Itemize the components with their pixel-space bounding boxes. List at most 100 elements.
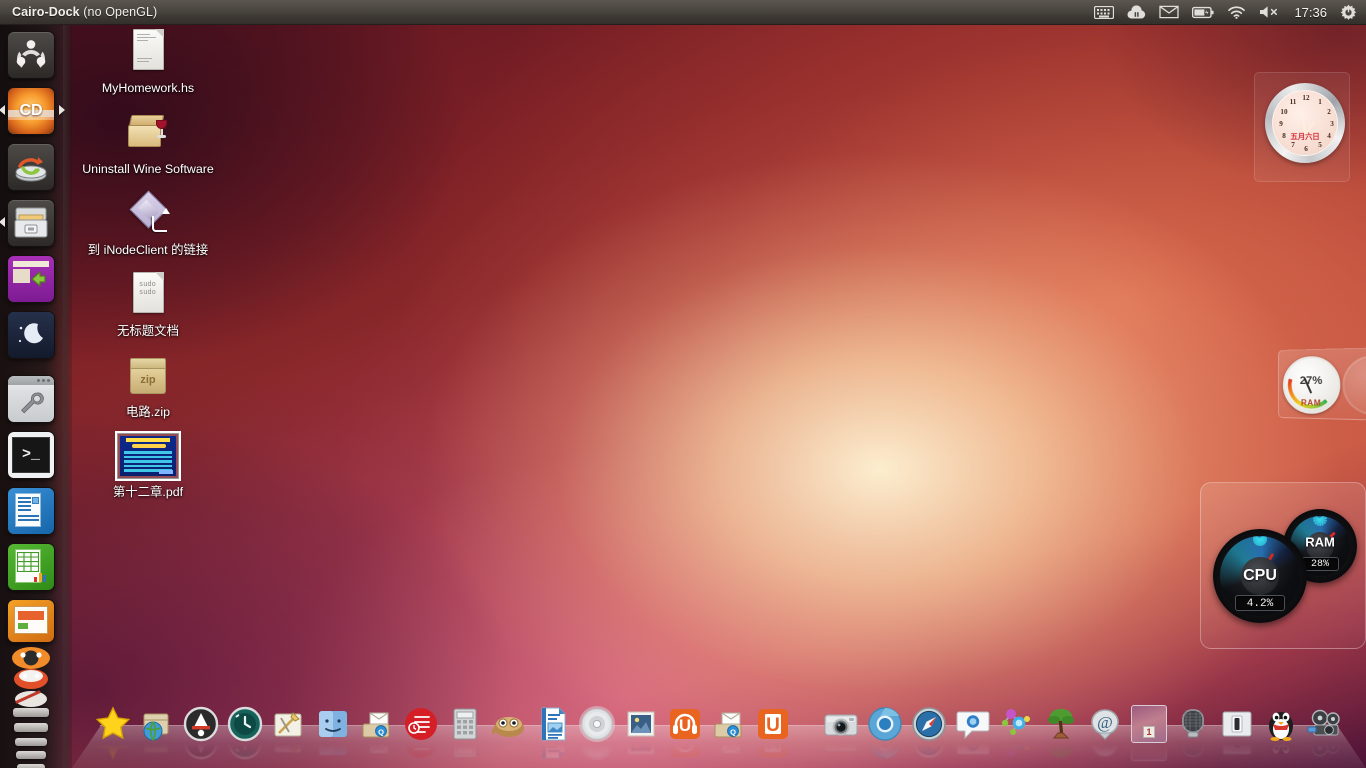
archive-zip-icon: zip	[124, 352, 172, 400]
dock-icon-reflection: U	[665, 727, 705, 762]
dock-apps-icon[interactable]	[181, 704, 221, 760]
top-panel: Cairo-Dock (no OpenGL) 17:36	[0, 0, 1366, 25]
battery-indicator-icon[interactable]	[1192, 6, 1215, 19]
clock-numeral: 6	[1304, 145, 1308, 153]
dock-item-file-manager[interactable]	[7, 199, 55, 247]
dock-item-ubuntu-dash[interactable]	[7, 31, 55, 79]
dock-calculator-icon[interactable]	[445, 704, 485, 758]
desktop-icon-label: MyHomework.hs	[101, 81, 195, 95]
dock-disc-icon[interactable]	[577, 704, 617, 760]
clock-numeral: 9	[1279, 120, 1283, 128]
dock-icon-reflection	[181, 724, 221, 762]
dock-light-switch-icon[interactable]	[1217, 704, 1257, 755]
messaging-indicator-icon[interactable]	[1159, 5, 1180, 19]
desktop-icon-uninstall-wine[interactable]: Uninstall Wine Software	[78, 109, 218, 177]
dock-item-screensaver[interactable]	[7, 311, 55, 359]
dock-item-backup[interactable]	[7, 143, 55, 191]
ram-gauge-desklet[interactable]: 27% RAM	[1278, 347, 1366, 421]
dock-icon-reflection	[445, 726, 485, 762]
dock-camera-icon[interactable]	[821, 704, 861, 752]
desktop-icons: MyHomework.hs Uninstall Wine Software 到 …	[78, 28, 218, 513]
clock-desklet[interactable]: 12 1 2 3 4 5 6 7 8 9 10 11 五月六日	[1254, 72, 1350, 182]
dock-music-u-icon[interactable]: U U	[665, 704, 705, 757]
left-dock: CD >_	[0, 25, 72, 768]
dock-stamp-mail-icon[interactable]	[621, 704, 661, 755]
clock-numeral: 10	[1280, 108, 1288, 116]
dock-item-libreoffice-impress[interactable]	[7, 599, 55, 643]
dock-item-libreoffice-calc[interactable]	[7, 543, 55, 591]
dock-icon-reflection	[821, 730, 861, 762]
link-shortcut-icon	[124, 190, 172, 238]
dock-icon-reflection	[621, 729, 661, 762]
system-cpu-value: 4.2%	[1235, 595, 1285, 611]
dock-item-stacked[interactable]	[17, 764, 45, 768]
clock-numeral: 2	[1327, 108, 1331, 116]
network-wifi-indicator-icon[interactable]	[1227, 5, 1246, 19]
dock-bonsai-icon[interactable]	[1041, 704, 1081, 757]
dock-at-mail-icon[interactable]: @ @	[1085, 704, 1125, 757]
dock-item-stacked[interactable]	[14, 723, 48, 732]
dock-item-system-settings[interactable]	[7, 375, 55, 423]
dock-chromium-icon[interactable]	[865, 704, 905, 759]
dock-item-stacked[interactable]	[15, 738, 47, 746]
dock-chat-bubble-icon[interactable]	[953, 704, 993, 755]
sync-indicator-icon[interactable]	[1127, 4, 1146, 20]
dock-indicator-left-arrow	[0, 217, 5, 227]
svg-text:@: @	[1097, 713, 1113, 732]
dock-mail-box-icon[interactable]: Q Q	[357, 704, 397, 754]
desktop-icon-untitled-document[interactable]: sudo sudo 无标题文档	[78, 271, 218, 339]
dock-item-window-switcher[interactable]	[7, 255, 55, 303]
dock-icon-reflection	[1041, 727, 1081, 762]
dock-icon-reflection	[225, 724, 265, 762]
dock-icon-reflection	[953, 726, 993, 762]
dock-icon-row: Q Q	[72, 698, 1366, 761]
gear-power-icon[interactable]	[1340, 4, 1357, 21]
left-dock-wall	[63, 25, 72, 768]
dock-ubuntu-one-icon[interactable]: U U	[753, 704, 793, 757]
dock-item-cairo-dock[interactable]: CD	[7, 87, 55, 135]
dock-icon-reflection	[1261, 725, 1301, 762]
desktop-icon-circuit-zip[interactable]: zip 电路.zip	[78, 352, 218, 420]
zip-label: zip	[140, 374, 156, 386]
dock-icon-reflection: 1	[1129, 723, 1169, 762]
dock-icon-reflection	[577, 724, 617, 762]
dock-icon-reflection	[313, 729, 353, 762]
dock-item-stacked[interactable]	[13, 708, 49, 717]
dock-movie-projector-icon[interactable]	[1305, 704, 1345, 757]
dock-gimp-icon[interactable]	[489, 704, 529, 749]
dock-star-icon[interactable]	[93, 704, 133, 760]
svg-text:U: U	[766, 715, 780, 736]
desktop-icon-label: 无标题文档	[117, 324, 179, 338]
keyboard-indicator-icon[interactable]	[1094, 5, 1115, 19]
dock-compass-browser-icon[interactable]	[909, 704, 949, 759]
desktop-icon-inodeclient-link[interactable]: 到 iNodeClient 的链接	[78, 190, 218, 258]
svg-text:U: U	[679, 716, 691, 735]
dock-icon-reflection	[93, 726, 133, 762]
dock-document-icon[interactable]	[533, 704, 573, 759]
volume-indicator-icon[interactable]	[1259, 5, 1281, 19]
system-cpu-label: CPU	[1243, 567, 1277, 584]
dock-accessories-icon[interactable]	[269, 704, 309, 754]
system-monitor-desklet[interactable]: RAM 28% CPU 4.2%	[1200, 482, 1366, 649]
dock-network-nodes-icon[interactable]	[997, 704, 1037, 757]
panel-clock[interactable]: 17:36	[1294, 5, 1327, 20]
desktop-icon-label: 第十二章.pdf	[112, 485, 184, 499]
dock-qq-penguin-icon[interactable]	[1261, 704, 1301, 754]
desktop-icon-myhomework[interactable]: MyHomework.hs	[78, 28, 218, 96]
desktop-icon-chapter12-pdf[interactable]: 第十二章.pdf	[78, 431, 218, 500]
dock-item-terminal[interactable]: >_	[7, 431, 55, 479]
workspace-badge: 1	[1143, 726, 1155, 738]
dock-red-note-icon[interactable]	[401, 704, 441, 758]
svg-text:Q: Q	[730, 727, 736, 736]
dock-workspace-switcher-icon[interactable]: 1 1	[1129, 704, 1169, 761]
dock-history-icon[interactable]	[225, 704, 265, 760]
dock-item-stacked[interactable]	[16, 751, 46, 759]
dock-icon-reflection	[401, 726, 441, 762]
dock-microphone-icon[interactable]	[1173, 704, 1213, 757]
ram-gauge-label: RAM	[1300, 398, 1322, 408]
dock-mailbox-q-icon[interactable]: Q Q	[709, 704, 749, 754]
dock-finder-icon[interactable]	[313, 704, 353, 755]
dock-item-libreoffice-writer[interactable]	[7, 487, 55, 535]
dock-package-globe-icon[interactable]	[137, 704, 177, 753]
dock-icon-reflection	[269, 729, 309, 762]
